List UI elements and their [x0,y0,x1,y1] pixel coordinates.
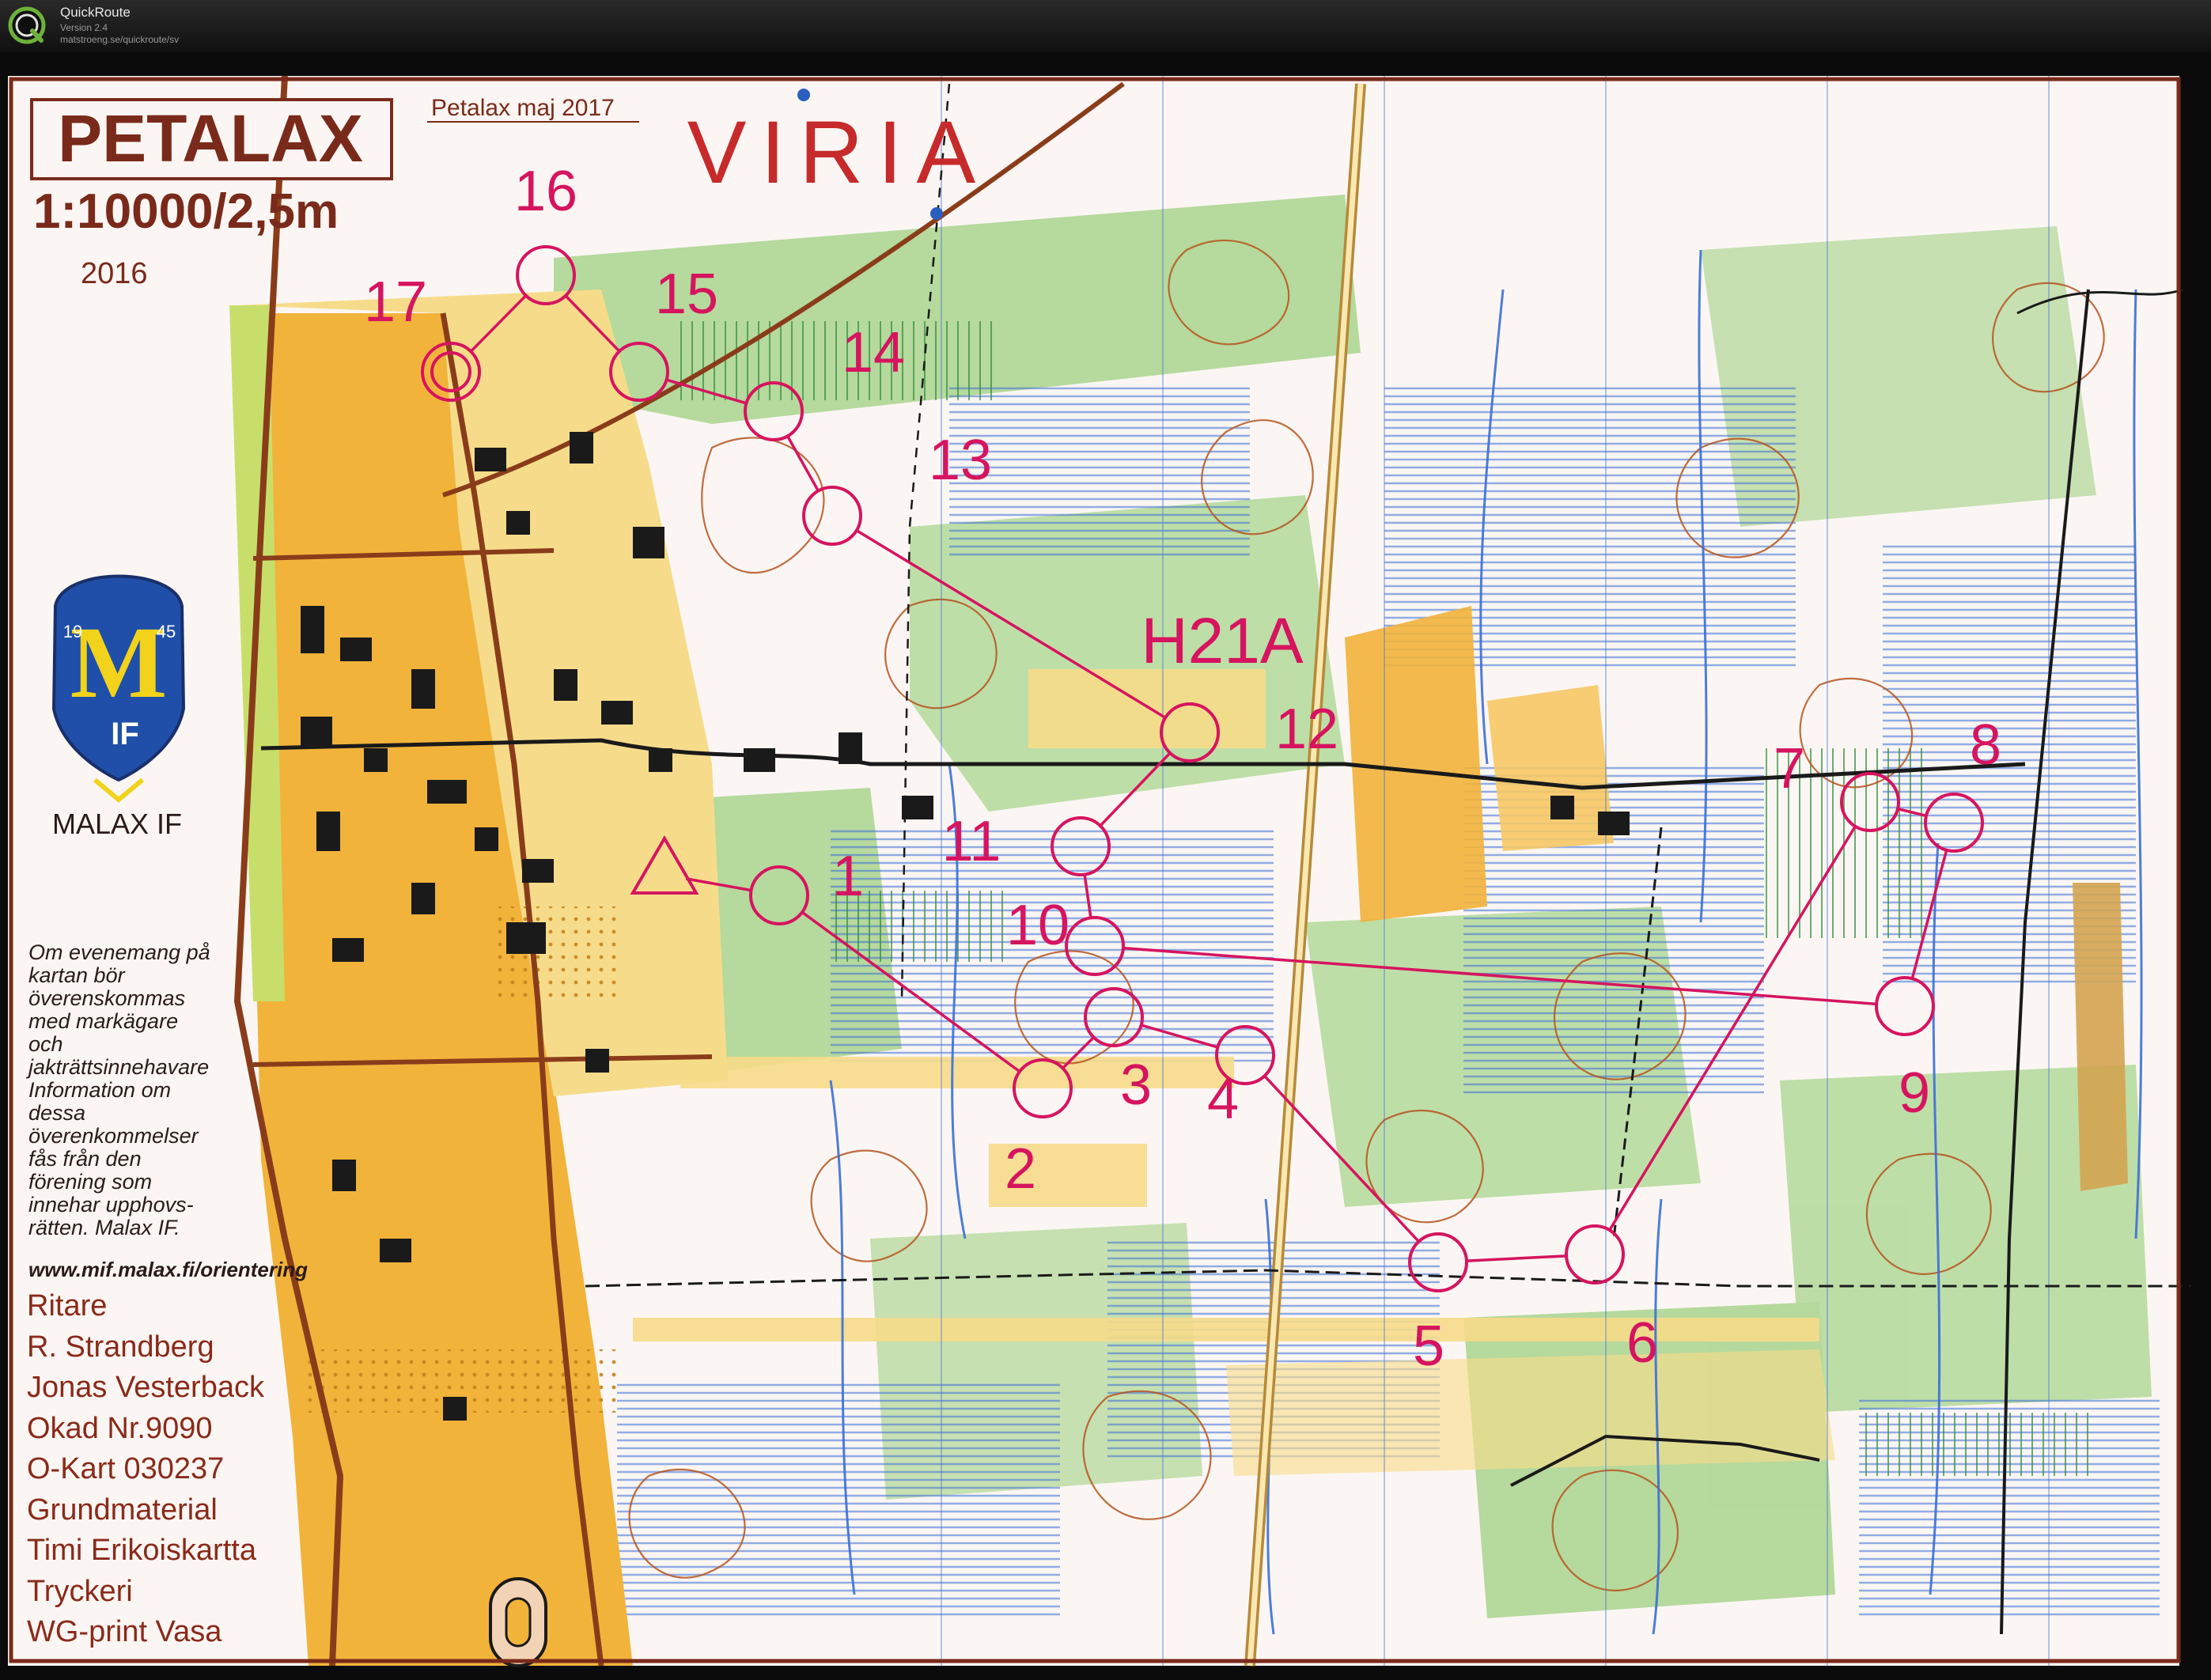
control-label: 16 [514,160,577,223]
credit-line: O-Kart 030237 [27,1452,225,1485]
map-scale: 1:10000/2,5m [33,184,339,239]
club-name: MALAX IF [52,808,182,840]
orienteering-map[interactable]: PETALAX Petalax maj 2017 1:10000/2,5m 20… [0,52,2211,1680]
credit-line: Timi Erikoiskartta [27,1534,256,1567]
map-viewport[interactable]: PETALAX Petalax maj 2017 1:10000/2,5m 20… [0,52,2211,1680]
credit-line: Ritare [27,1289,108,1322]
control-label: 14 [842,321,905,384]
app-name: QuickRoute [60,5,131,20]
info-line: fås från den [28,1147,142,1171]
control-label: 15 [655,263,718,326]
svg-text:IF: IF [111,717,139,751]
info-line: rätten. Malax IF. [28,1216,180,1239]
control-label: 10 [1006,894,1070,957]
info-line: innehar upphovs- [28,1193,194,1216]
map-credits: Ritare R. Strandberg Jonas Vesterback Okad … [27,1286,264,1653]
app-version: Version 2.4 [60,22,108,33]
club-website[interactable]: www.mif.malax.fi/orientering [28,1258,308,1282]
info-line: Om evenemang på [28,940,210,964]
credit-line: Okad Nr.9090 [27,1411,213,1445]
running-track-icon [489,1577,547,1667]
map-title: PETALAX [58,101,363,176]
event-name: Petalax maj 2017 [431,95,615,121]
control-label: 17 [364,271,427,334]
sponsor-dot-top [797,89,810,101]
control-label: 12 [1275,698,1338,761]
info-line: och [28,1032,63,1056]
info-line: jakträttsinnehavare [28,1055,210,1079]
info-line: överenskommas [28,986,186,1010]
credit-line: Jonas Vesterback [27,1371,264,1404]
credit-line: R. Strandberg [27,1330,214,1364]
control-label: 1 [832,845,864,908]
control-label: 2 [1005,1137,1036,1201]
map-year: 2016 [81,257,148,290]
map-info-text: Om evenemang på kartan bör överenskommas me… [28,941,258,1239]
credit-line: Grundmaterial [27,1493,218,1527]
credit-line: Tryckeri [27,1574,133,1608]
sponsor-dot-bottom [930,207,943,220]
control-label: 4 [1207,1068,1239,1131]
quickroute-logo-icon [8,6,46,44]
control-label: 8 [1970,713,2001,777]
info-line: kartan bör [28,963,125,987]
control-label: 9 [1899,1061,1930,1125]
svg-text:19: 19 [63,622,82,641]
info-line: Information om [28,1078,172,1102]
sponsor-logo: VIRIA [687,103,990,202]
credit-line: WG-print Vasa [27,1615,222,1648]
control-label: 5 [1413,1315,1444,1378]
control-label: 11 [942,810,1001,873]
info-line: med markägare [28,1009,179,1033]
info-line: överenkommelser [28,1124,199,1148]
app-url[interactable]: matstroeng.se/quickroute/sv [60,34,179,45]
info-line: förening som [28,1170,153,1194]
info-line: dessa [28,1101,86,1125]
course-name: H21A [1141,605,1303,677]
control-label: 6 [1626,1311,1658,1375]
control-label: 3 [1120,1054,1152,1117]
svg-text:45: 45 [157,622,176,641]
control-label: 13 [929,429,992,492]
svg-text:M: M [70,606,168,720]
control-label: 7 [1774,737,1805,800]
app-titlebar: QuickRoute Version 2.4 matstroeng.se/qui… [0,0,2211,53]
